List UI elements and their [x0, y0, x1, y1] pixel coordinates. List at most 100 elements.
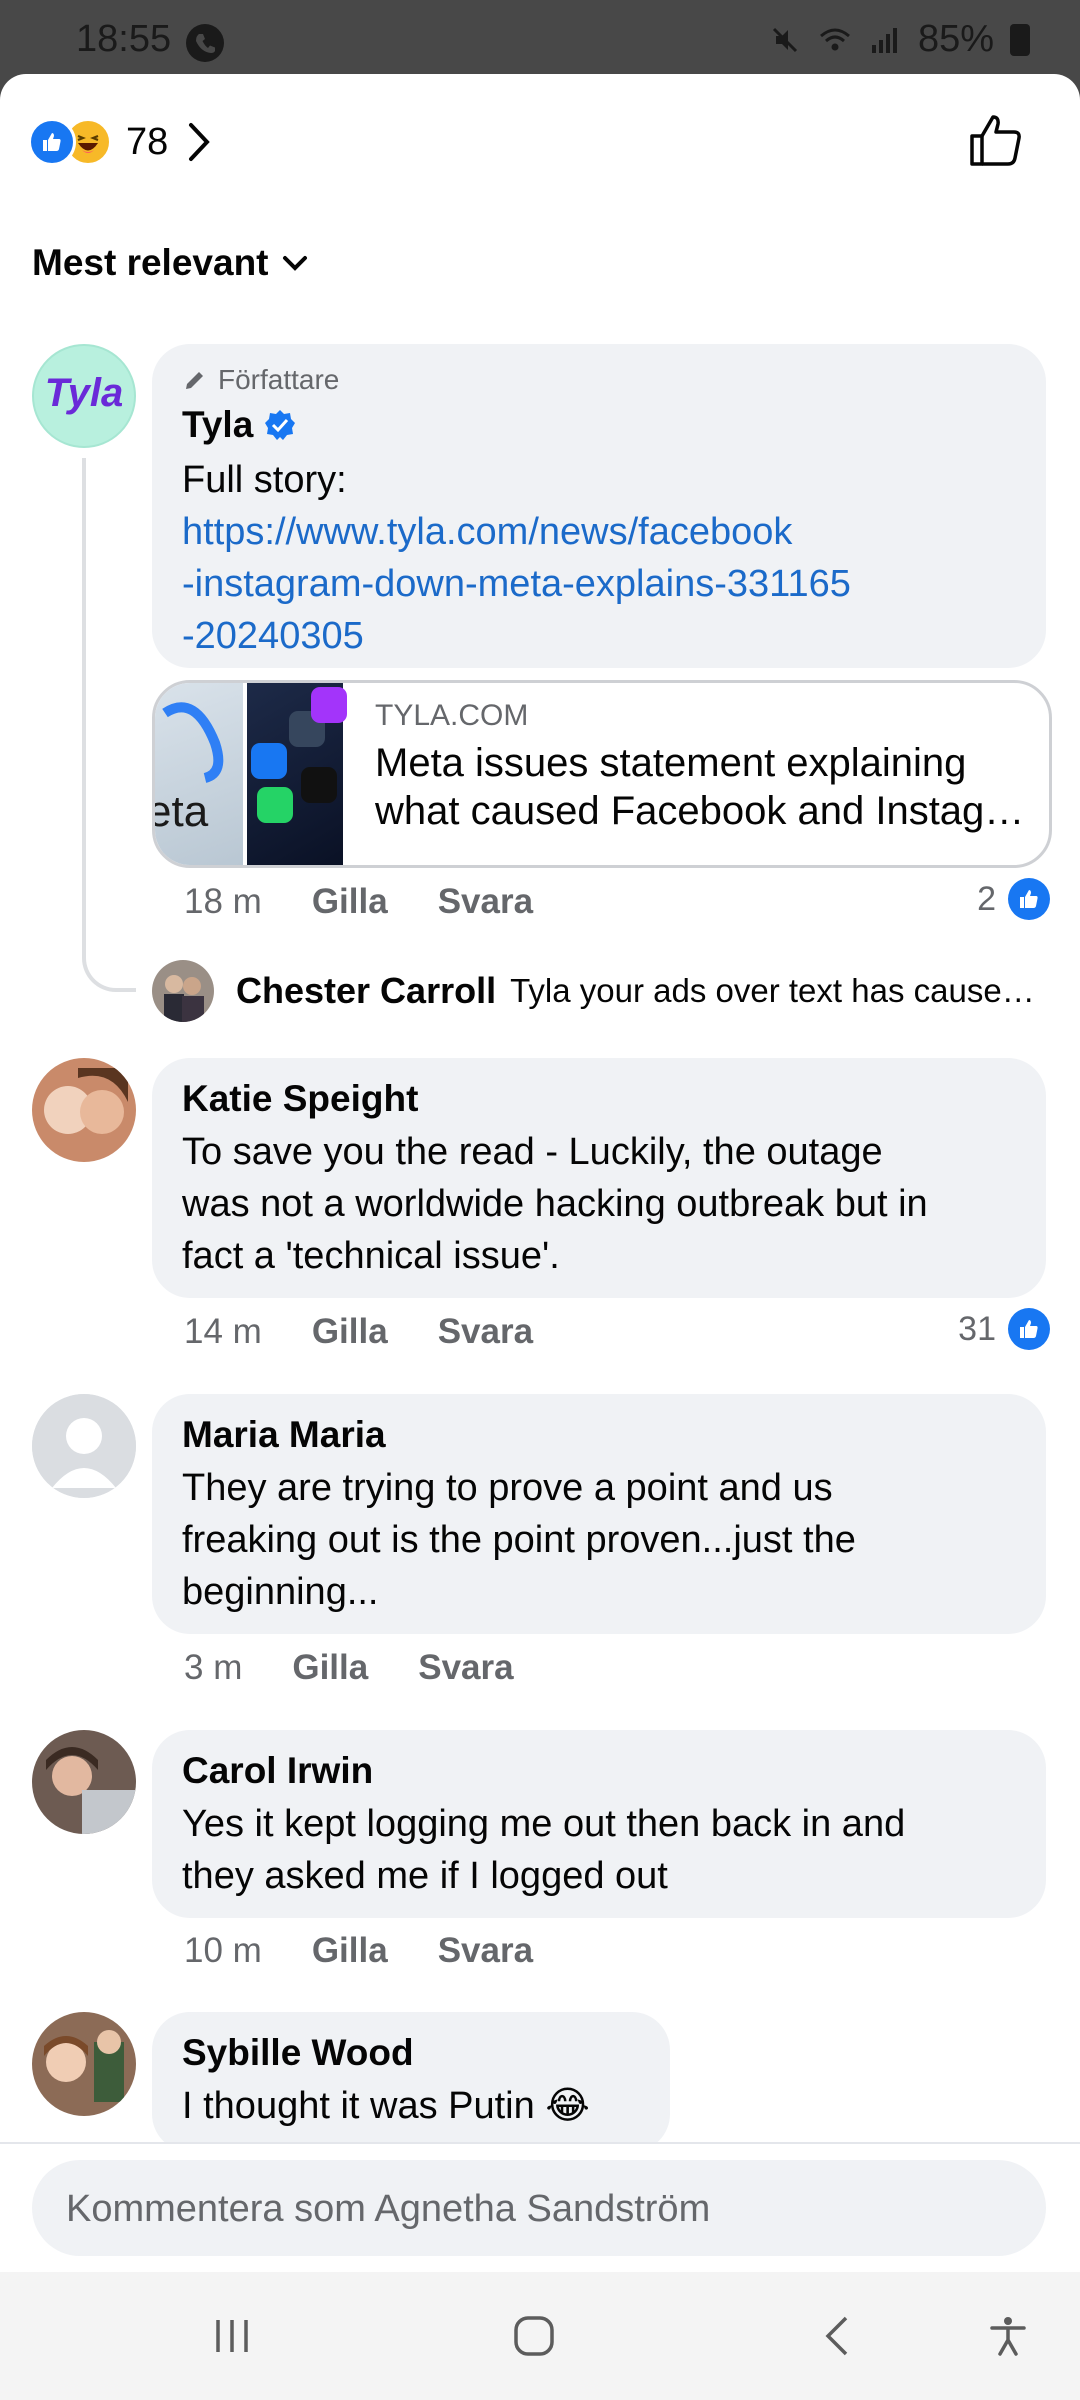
svg-text:Tyla: Tyla: [45, 371, 124, 415]
comment-time: 10 m: [184, 1931, 262, 1970]
signal-icon: [871, 27, 897, 53]
comment-time: 14 m: [184, 1312, 262, 1351]
link-source: TYLA.COM: [375, 699, 529, 732]
comment-like-count[interactable]: 2: [977, 878, 1050, 920]
reply-preview[interactable]: Chester Carroll Tyla your ads over text …: [152, 960, 1052, 1022]
comment-text-line: they asked me if I logged out: [182, 1855, 668, 1897]
avatar-tyla[interactable]: Tyla: [32, 344, 136, 448]
comment-bubble-sybille: Sybille Wood I thought it was Putin 😂: [152, 2012, 670, 2152]
comment-text: Full story:: [182, 459, 347, 501]
reply-text: Tyla your ads over text has caused havoc: [510, 972, 1052, 1009]
wifi-icon: [819, 28, 850, 50]
mute-icon: [772, 27, 797, 52]
comments-sheet: 78 Mest relevant Tyla Författare Tyla Fu…: [0, 74, 1080, 2272]
comment-actions: 18 m Gilla Svara: [184, 882, 583, 922]
reply-author: Chester Carroll: [236, 970, 497, 1011]
comment-bubble-katie: Katie Speight To save you the read - Luc…: [152, 1058, 1046, 1298]
comment-text: Yes it kept logging me out then back in …: [182, 1798, 905, 1902]
comment-text-line: fact a 'technical issue'.: [182, 1235, 560, 1277]
like-reaction-icon: [1008, 1308, 1050, 1350]
comment-text: To save you the read - Luckily, the outa…: [182, 1126, 928, 1282]
reactions-summary[interactable]: 78: [28, 110, 212, 174]
sort-label: Mest relevant: [32, 242, 269, 283]
comment-actions: 14 m Gilla Svara: [184, 1312, 583, 1352]
back-button[interactable]: [808, 2306, 868, 2366]
status-bar: 18:55 85%: [0, 0, 1080, 74]
like-button[interactable]: Gilla: [292, 1648, 368, 1688]
like-button[interactable]: Gilla: [312, 1312, 388, 1352]
like-button[interactable]: Gilla: [312, 1931, 388, 1971]
system-nav-bar: [0, 2272, 1080, 2400]
commenter-name[interactable]: Katie Speight: [182, 1078, 418, 1120]
back-icon: [825, 2316, 848, 2356]
commenter-name[interactable]: Maria Maria: [182, 1414, 386, 1456]
chevron-down-icon: [282, 256, 307, 271]
home-button[interactable]: [504, 2306, 564, 2366]
recent-apps-icon: [216, 2320, 248, 2352]
comment-text-line: They are trying to prove a point and us: [182, 1467, 833, 1509]
like-button[interactable]: Gilla: [312, 882, 388, 922]
link-preview-card[interactable]: eta TYLA.COM Meta issues statement expla…: [152, 680, 1052, 868]
link-line: -instagram-down-meta-explains-331165: [182, 563, 851, 605]
like-count: 31: [958, 1309, 996, 1348]
verified-badge-icon: [265, 410, 296, 440]
composer-bar: [0, 2142, 1080, 2272]
comment-composer[interactable]: [32, 2160, 1046, 2258]
reaction-count: 78: [126, 120, 169, 163]
sort-dropdown[interactable]: Mest relevant: [32, 242, 309, 284]
comment-actions: 10 m Gilla Svara: [184, 1931, 583, 1971]
comment-text: They are trying to prove a point and us …: [182, 1462, 856, 1618]
link-title-line: Meta issues statement explaining: [375, 741, 967, 785]
comment-bubble-maria: Maria Maria They are trying to prove a p…: [152, 1394, 1046, 1634]
reply-button[interactable]: Svara: [418, 1648, 513, 1688]
recent-apps-button[interactable]: [202, 2306, 262, 2366]
thumbnail-text: eta: [155, 787, 209, 836]
battery-percent: 85%: [917, 18, 994, 60]
link-title-line: what caused Facebook and Instagram: [375, 789, 1025, 833]
link-title: Meta issues statement explaining what ca…: [375, 739, 1025, 835]
comment-text-line: freaking out is the point proven...just …: [182, 1519, 856, 1561]
comment-like-count[interactable]: 31: [958, 1308, 1050, 1350]
link-line: -20240305: [182, 615, 364, 657]
comment-link[interactable]: https://www.tyla.com/news/facebook -inst…: [182, 506, 851, 662]
avatar-carol[interactable]: [32, 1730, 136, 1834]
author-badge: Författare: [182, 364, 339, 396]
comment-time: 3 m: [184, 1648, 243, 1687]
comment-input[interactable]: [64, 2160, 1008, 2258]
comment-text-line: beginning...: [182, 1571, 379, 1613]
battery-icon: [1010, 23, 1030, 56]
commenter-name[interactable]: Tyla: [182, 404, 253, 446]
thread-line: [82, 458, 136, 992]
reply-button[interactable]: Svara: [438, 882, 533, 922]
pencil-icon: [186, 372, 203, 389]
call-icon: [186, 24, 224, 62]
comment-text-line: To save you the read - Luckily, the outa…: [182, 1131, 883, 1173]
author-badge-label: Författare: [218, 364, 340, 395]
avatar-sybille[interactable]: [32, 2012, 136, 2116]
comment-bubble-tyla: Författare Tyla Full story: https://www.…: [152, 344, 1046, 668]
avatar-maria[interactable]: [32, 1394, 136, 1498]
link-thumbnail: eta: [155, 683, 348, 865]
comment-actions: 3 m Gilla Svara: [184, 1648, 564, 1688]
reply-button[interactable]: Svara: [438, 1312, 533, 1352]
commenter-name[interactable]: Carol Irwin: [182, 1750, 373, 1792]
link-line: https://www.tyla.com/news/facebook: [182, 511, 793, 553]
accessibility-button[interactable]: [978, 2306, 1038, 2366]
like-outline-button[interactable]: [966, 110, 1026, 170]
chevron-right-icon: [189, 123, 211, 161]
commenter-name[interactable]: Sybille Wood: [182, 2032, 414, 2074]
status-time: 18:55: [76, 18, 172, 60]
comment-text: I thought it was Putin 😂: [182, 2085, 590, 2127]
like-reaction-icon: [1008, 878, 1050, 920]
reply-button[interactable]: Svara: [438, 1931, 533, 1971]
home-icon: [514, 2316, 554, 2356]
comment-time: 18 m: [184, 882, 262, 921]
accessibility-icon: [990, 2317, 1026, 2356]
avatar-chester[interactable]: [152, 960, 214, 1022]
comment-text-line: was not a worldwide hacking outbreak but…: [182, 1183, 928, 1225]
status-icons: 85%: [768, 18, 1030, 61]
like-count: 2: [977, 879, 996, 918]
comment-text-line: Yes it kept logging me out then back in …: [182, 1803, 906, 1845]
avatar-katie[interactable]: [32, 1058, 136, 1162]
comment-bubble-carol: Carol Irwin Yes it kept logging me out t…: [152, 1730, 1046, 1918]
